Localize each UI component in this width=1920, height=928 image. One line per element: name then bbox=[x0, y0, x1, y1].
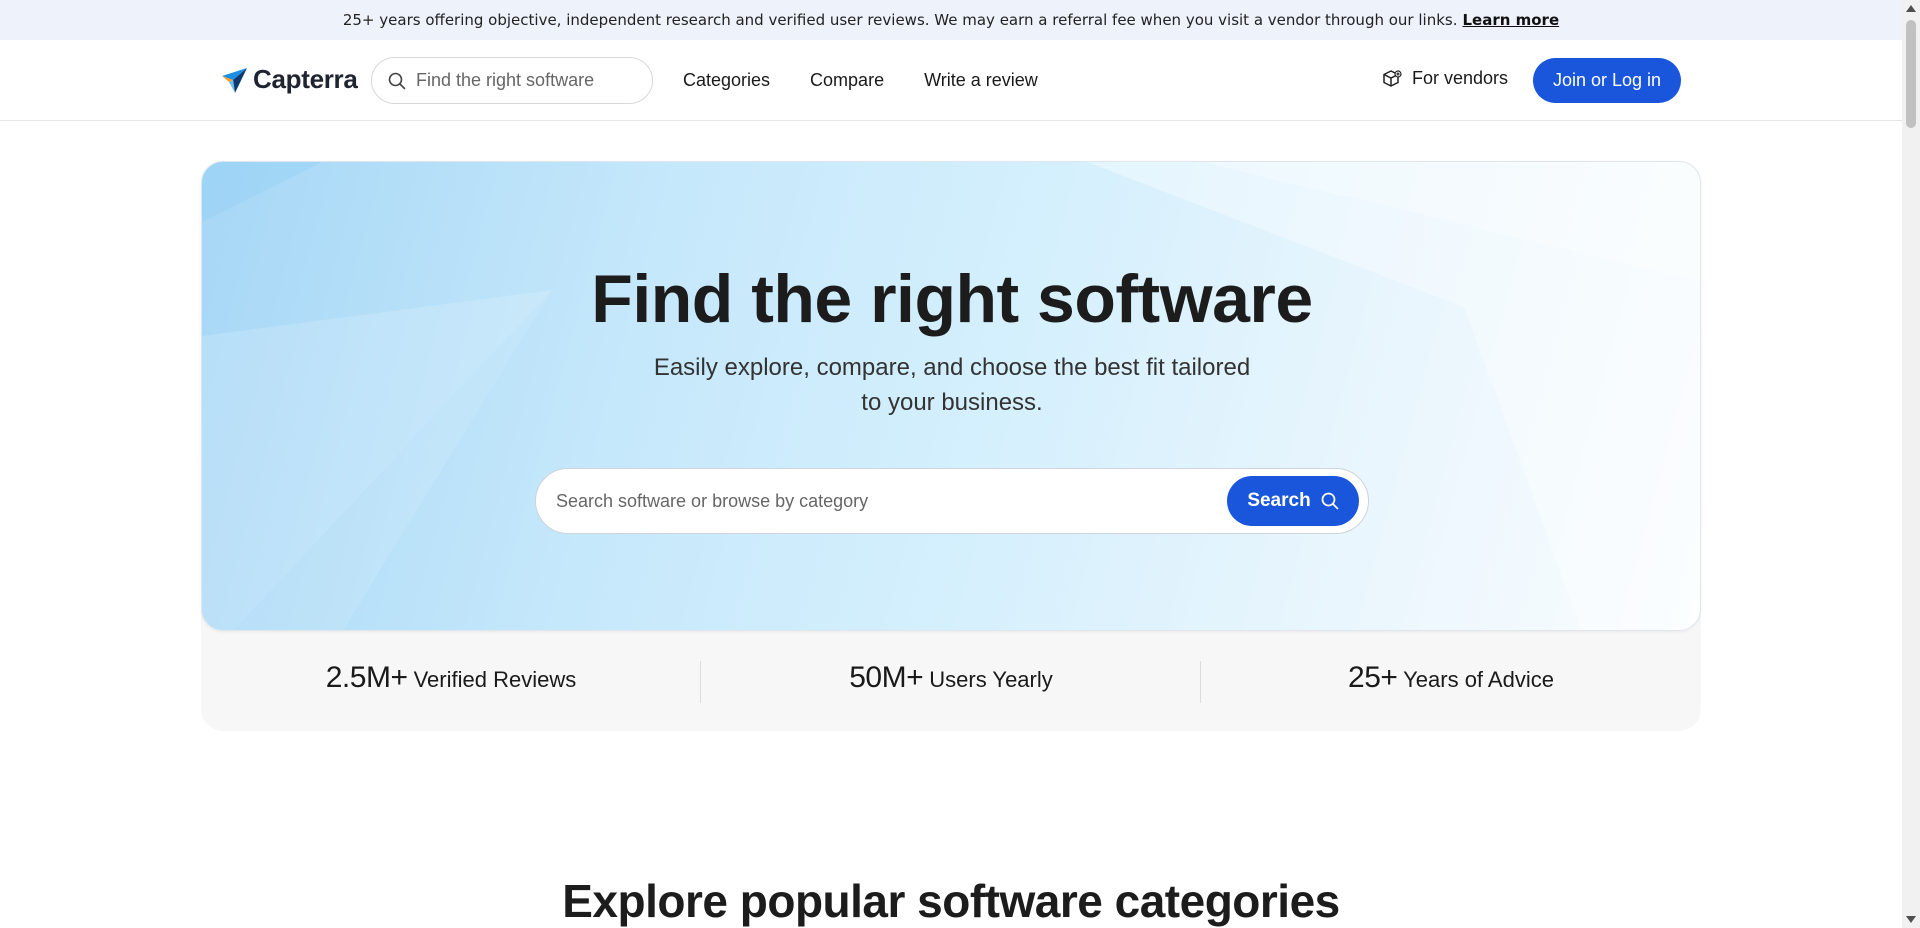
section-title: Explore popular software categories bbox=[562, 875, 1340, 927]
stat-years: 25+ Years of Advice bbox=[1201, 661, 1701, 695]
header-search-input[interactable] bbox=[416, 70, 636, 91]
scroll-down-arrow-icon[interactable] bbox=[1906, 916, 1916, 923]
stat-number: 25+ bbox=[1348, 661, 1398, 694]
page-scrollbar[interactable] bbox=[1902, 0, 1920, 928]
capterra-logo[interactable]: Capterra bbox=[221, 64, 358, 95]
stat-users: 50M+ Users Yearly bbox=[701, 661, 1201, 695]
notice-banner: 25+ years offering objective, independen… bbox=[0, 0, 1902, 40]
hero-search-button[interactable]: Search bbox=[1227, 476, 1359, 526]
stat-reviews: 2.5M+ Verified Reviews bbox=[201, 661, 701, 695]
scroll-thumb[interactable] bbox=[1906, 20, 1916, 128]
stat-number: 2.5M+ bbox=[325, 661, 408, 694]
notice-text: 25+ years offering objective, independen… bbox=[342, 11, 1458, 29]
stat-label: Verified Reviews bbox=[413, 667, 577, 692]
for-vendors-link[interactable]: For vendors bbox=[1382, 68, 1508, 89]
nav-write-review[interactable]: Write a review bbox=[924, 70, 1038, 91]
stat-label: Years of Advice bbox=[1403, 667, 1554, 692]
nav-categories[interactable]: Categories bbox=[683, 70, 770, 91]
search-icon bbox=[1321, 492, 1339, 510]
hero-title: Find the right software bbox=[591, 261, 1313, 337]
search-icon bbox=[388, 72, 406, 89]
learn-more-link[interactable]: Learn more bbox=[1462, 11, 1559, 29]
header-search[interactable] bbox=[371, 57, 653, 104]
hero-search-button-label: Search bbox=[1247, 490, 1311, 511]
stat-label: Users Yearly bbox=[929, 667, 1053, 692]
hero-subtitle: Easily explore, compare, and choose the … bbox=[653, 354, 1251, 416]
join-login-button[interactable]: Join or Log in bbox=[1533, 58, 1681, 103]
site-header: Capterra Categories Compare Write a revi… bbox=[0, 40, 1902, 121]
package-plus-icon bbox=[1383, 69, 1402, 87]
hero-search-bar[interactable]: Search bbox=[535, 468, 1369, 534]
hero-section: Find the right software Easily explore, … bbox=[201, 161, 1701, 631]
scroll-up-arrow-icon[interactable] bbox=[1906, 5, 1916, 12]
nav-compare[interactable]: Compare bbox=[810, 70, 884, 91]
hero-search-input[interactable] bbox=[556, 490, 1196, 512]
main-nav: Categories Compare Write a review bbox=[683, 40, 1038, 121]
stat-number: 50M+ bbox=[849, 661, 924, 694]
logo-text: Capterra bbox=[253, 64, 358, 94]
capterra-logo-icon bbox=[222, 67, 247, 93]
for-vendors-label: For vendors bbox=[1412, 68, 1509, 88]
